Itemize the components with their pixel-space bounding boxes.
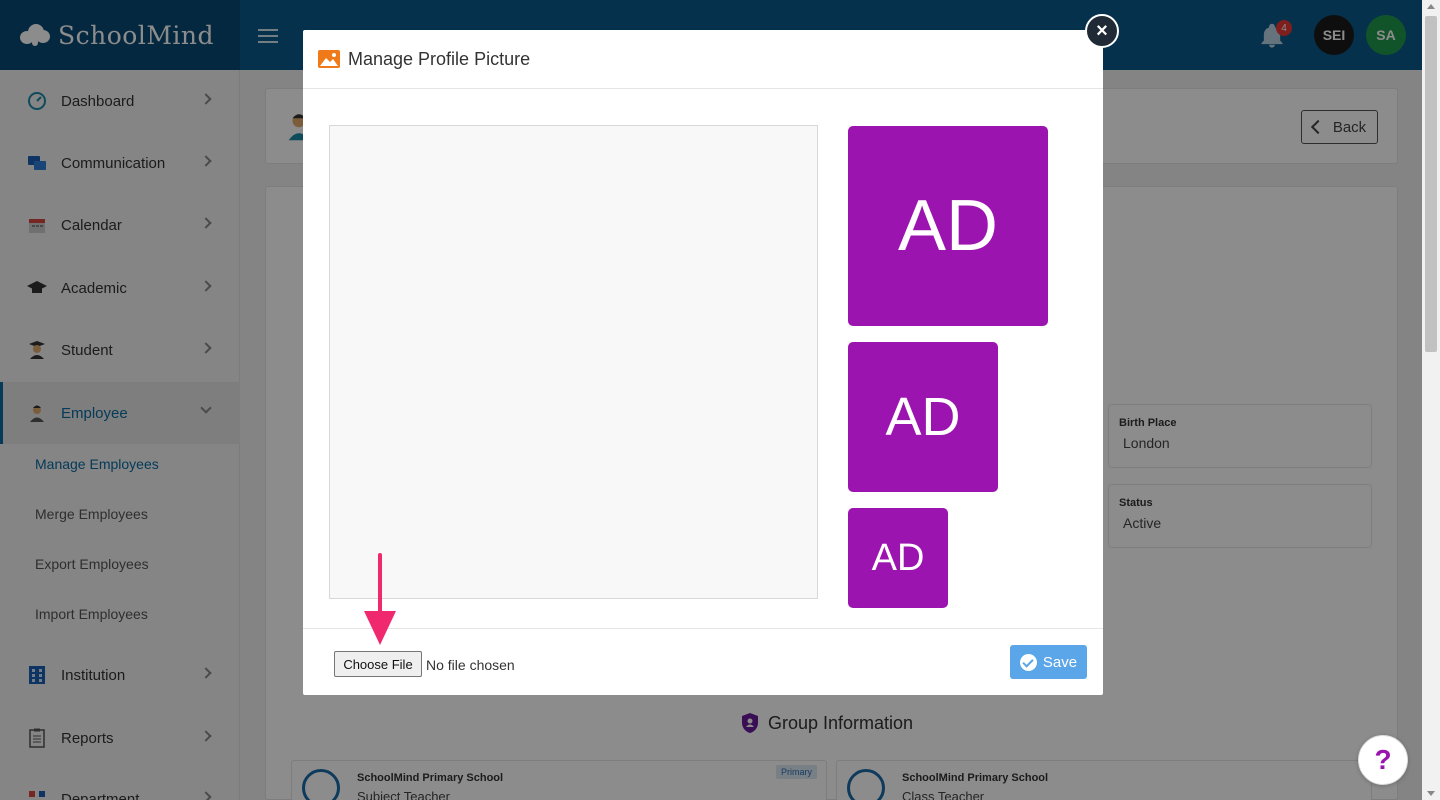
check-circle-icon bbox=[1019, 653, 1037, 671]
save-label: Save bbox=[1042, 653, 1078, 671]
save-button[interactable]: Save bbox=[1010, 645, 1087, 679]
scroll-up-icon[interactable] bbox=[1427, 4, 1435, 9]
scroll-thumb[interactable] bbox=[1425, 16, 1437, 352]
avatar-preview-large: AD bbox=[848, 126, 1048, 326]
arrow-annotation-icon bbox=[364, 553, 396, 645]
page-scrollbar[interactable] bbox=[1422, 0, 1440, 800]
manage-profile-picture-modal: Manage Profile Picture AD AD AD Choose F… bbox=[303, 30, 1103, 695]
avatar-preview-medium: AD bbox=[848, 342, 998, 492]
modal-title: Manage Profile Picture bbox=[348, 48, 531, 69]
avatar-preview-small: AD bbox=[848, 508, 948, 608]
close-modal-button[interactable]: × bbox=[1085, 14, 1119, 48]
scroll-down-icon[interactable] bbox=[1427, 791, 1435, 796]
image-icon bbox=[318, 50, 340, 68]
help-button[interactable]: ? bbox=[1358, 735, 1408, 785]
modal-header: Manage Profile Picture bbox=[303, 30, 1103, 89]
image-crop-area[interactable] bbox=[329, 125, 818, 599]
file-status-text: No file chosen bbox=[426, 657, 515, 673]
choose-file-button[interactable]: Choose File bbox=[334, 651, 422, 677]
modal-footer: Choose File No file chosen Save bbox=[303, 628, 1103, 695]
